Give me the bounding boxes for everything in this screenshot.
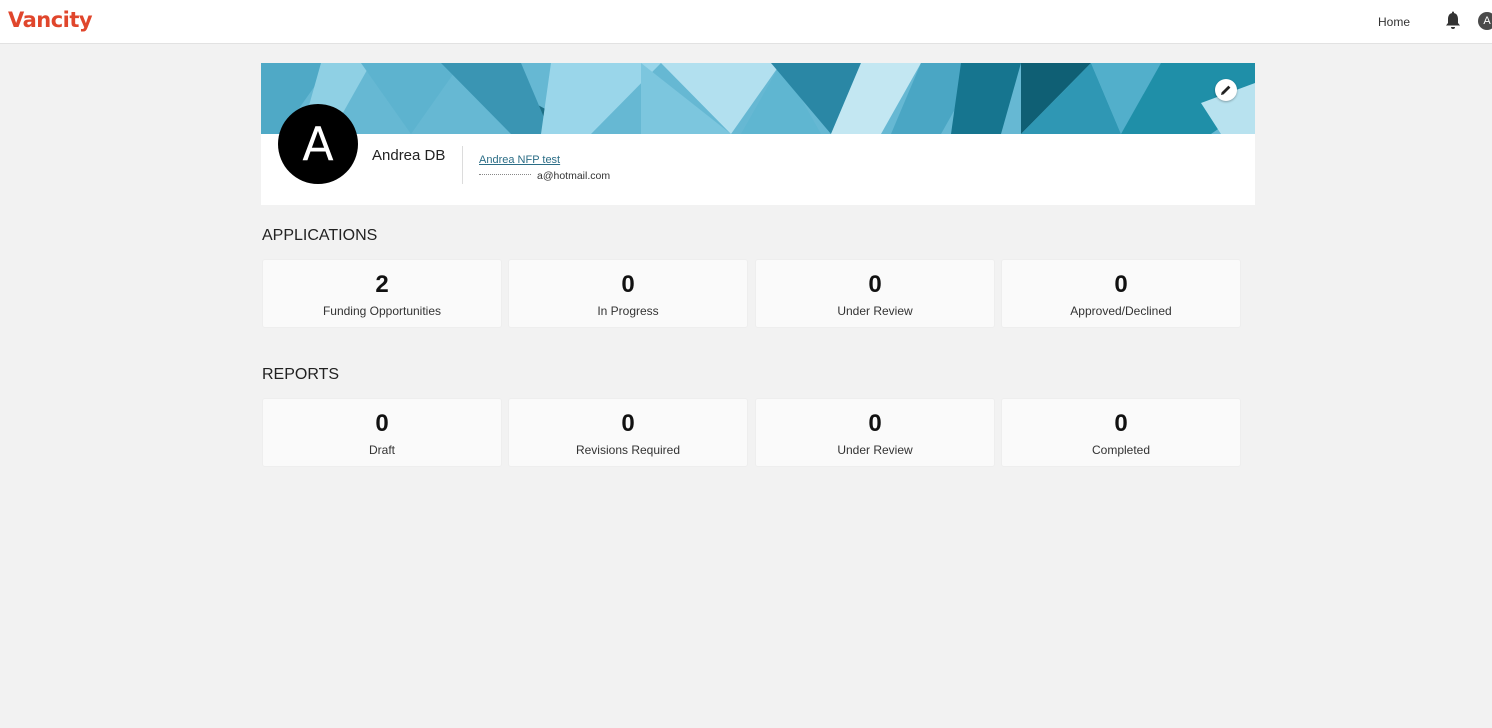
pencil-icon	[1221, 85, 1231, 95]
reports-completed-card[interactable]: 0 Completed	[1002, 399, 1240, 466]
top-navbar: Vancity Home A	[0, 0, 1492, 44]
stat-label: Funding Opportunities	[322, 304, 442, 318]
profile-card: A Andrea DB Andrea NFP test a@hotmail.co…	[261, 63, 1255, 205]
stat-label: In Progress	[597, 304, 659, 318]
applications-approved-declined-card[interactable]: 0 Approved/Declined	[1002, 260, 1240, 327]
stat-value: 0	[621, 410, 635, 437]
applications-in-progress-card[interactable]: 0 In Progress	[509, 260, 747, 327]
user-menu-avatar[interactable]: A	[1478, 12, 1492, 30]
vancity-logo[interactable]: Vancity	[8, 8, 93, 32]
stat-value: 0	[1114, 271, 1128, 298]
stat-value: 2	[375, 271, 389, 298]
reports-draft-card[interactable]: 0 Draft	[263, 399, 501, 466]
stat-label: Completed	[1091, 443, 1151, 457]
applications-funding-opportunities-card[interactable]: 2 Funding Opportunities	[263, 260, 501, 327]
stat-label: Approved/Declined	[1070, 304, 1172, 318]
applications-under-review-card[interactable]: 0 Under Review	[756, 260, 994, 327]
stat-value: 0	[868, 410, 882, 437]
stat-label: Revisions Required	[575, 443, 681, 457]
stat-label: Under Review	[837, 304, 913, 318]
profile-divider	[462, 146, 463, 184]
profile-banner	[261, 63, 1255, 134]
reports-revisions-required-card[interactable]: 0 Revisions Required	[509, 399, 747, 466]
notification-bell-icon[interactable]	[1444, 11, 1462, 31]
organization-link[interactable]: Andrea NFP test	[479, 154, 560, 166]
edit-profile-button[interactable]	[1215, 79, 1237, 101]
stat-value: 0	[621, 271, 635, 298]
stat-value: 0	[1114, 410, 1128, 437]
nav-home-link[interactable]: Home	[1378, 15, 1410, 29]
applications-heading: APPLICATIONS	[262, 227, 378, 244]
profile-email: a@hotmail.com	[537, 170, 611, 182]
reports-heading: REPORTS	[262, 366, 340, 383]
stat-value: 0	[375, 410, 389, 437]
email-redaction	[479, 174, 531, 178]
stat-label: Under Review	[837, 443, 913, 457]
profile-avatar: A	[278, 104, 358, 184]
stat-value: 0	[868, 271, 882, 298]
stat-label: Draft	[368, 443, 395, 457]
reports-under-review-card[interactable]: 0 Under Review	[756, 399, 994, 466]
profile-name: Andrea DB	[372, 147, 446, 164]
